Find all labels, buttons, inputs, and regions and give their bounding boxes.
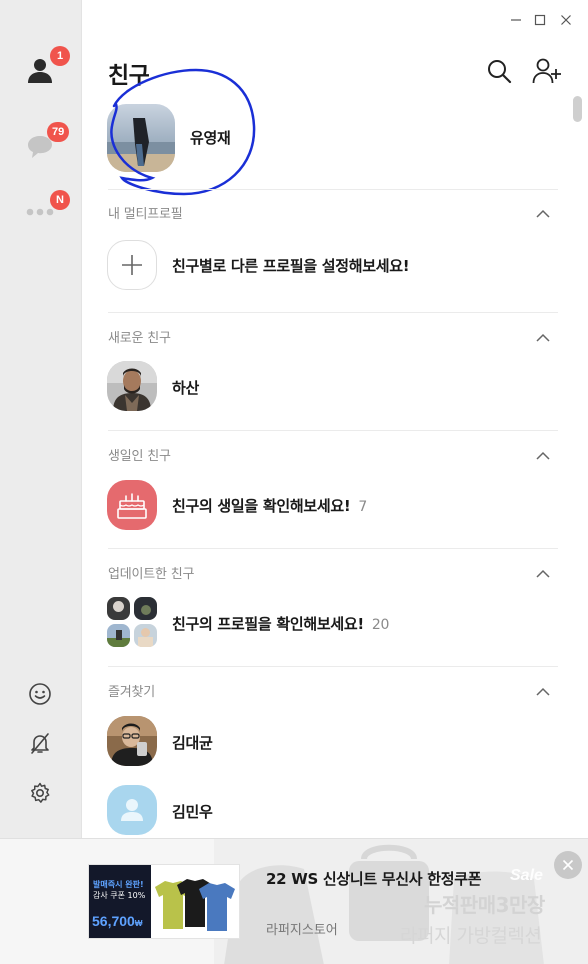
ad-bg-text: 누적판매3만장 xyxy=(424,893,545,917)
section-updated: 업데이트한 친구 xyxy=(108,563,558,587)
search-button[interactable] xyxy=(484,56,514,86)
section-new-friends: 새로운 친구 xyxy=(108,327,558,351)
friend-avatar[interactable] xyxy=(107,785,157,835)
ad-background: Sale 누적판매3만장 라퍼지 가방컬렉션 xyxy=(214,839,588,964)
more-badge: N xyxy=(50,190,70,210)
chats-tab[interactable]: 79 xyxy=(20,122,70,166)
close-icon xyxy=(561,15,571,25)
chevron-up-icon[interactable] xyxy=(534,565,552,583)
add-person-icon xyxy=(532,58,561,84)
close-window-button[interactable] xyxy=(554,8,578,32)
friends-tab[interactable]: 1 xyxy=(20,46,70,90)
section-birthday: 생일인 친구 xyxy=(108,445,558,469)
chevron-up-icon[interactable] xyxy=(534,329,552,347)
updated-avatars-grid[interactable] xyxy=(107,597,157,647)
chevron-up-icon[interactable] xyxy=(534,205,552,223)
section-label: 내 멀티프로필 xyxy=(108,207,183,222)
divider xyxy=(108,548,558,549)
updated-cta-text: 친구의 프로필을 확인해보세요! xyxy=(172,615,364,633)
smile-icon xyxy=(29,683,51,705)
chevron-up-icon[interactable] xyxy=(534,447,552,465)
birthday-cta[interactable]: 친구의 생일을 확인해보세요! 7 xyxy=(172,495,367,516)
sweaters-illustration xyxy=(155,879,235,931)
chevron-up-icon[interactable] xyxy=(534,683,552,701)
ad-bg-text: 라퍼지 가방컬렉션 xyxy=(400,925,542,947)
birthday-count: 7 xyxy=(358,499,367,515)
chats-badge: 79 xyxy=(47,122,70,142)
friend-name[interactable]: 김대균 xyxy=(172,732,213,753)
divider xyxy=(108,312,558,313)
more-dots-icon xyxy=(26,208,54,216)
mini-avatar xyxy=(107,624,130,647)
person-icon xyxy=(28,59,52,83)
friend-avatar[interactable] xyxy=(107,716,157,766)
mini-avatar xyxy=(107,597,130,620)
cake-icon xyxy=(117,493,147,519)
mini-avatar xyxy=(134,597,157,620)
divider xyxy=(108,189,558,190)
notification-button[interactable] xyxy=(20,723,60,763)
plus-icon xyxy=(122,255,142,275)
ad-thumb-line2: 감사 쿠폰 10% xyxy=(93,891,146,900)
section-label: 업데이트한 친구 xyxy=(108,567,195,582)
ad-store: 라퍼지스토어 xyxy=(266,923,338,938)
search-icon xyxy=(488,60,512,84)
section-multi-profile: 내 멀티프로필 xyxy=(108,203,558,227)
add-friend-button[interactable] xyxy=(532,56,562,86)
maximize-icon xyxy=(534,14,546,26)
divider xyxy=(108,430,558,431)
scrollbar-thumb[interactable] xyxy=(573,96,582,122)
minimize-icon xyxy=(511,19,521,21)
left-rail: 1 79 N xyxy=(0,0,82,838)
divider xyxy=(108,666,558,667)
ad-bg-sale: Sale xyxy=(510,867,543,884)
birthday-avatar[interactable] xyxy=(107,480,157,530)
section-label: 새로운 친구 xyxy=(108,331,171,346)
section-label: 즐겨찾기 xyxy=(108,685,156,700)
bell-off-icon xyxy=(31,733,49,754)
more-tab[interactable]: N xyxy=(20,190,70,232)
gear-icon xyxy=(31,782,50,803)
friend-name[interactable]: 하산 xyxy=(172,377,199,398)
minimize-button[interactable] xyxy=(504,8,528,32)
settings-button[interactable] xyxy=(20,773,60,813)
mini-avatar xyxy=(134,624,157,647)
add-multi-profile-button[interactable] xyxy=(107,240,157,290)
maximize-button[interactable] xyxy=(528,8,552,32)
ad-close-button[interactable] xyxy=(554,851,582,879)
friend-photo xyxy=(107,716,157,766)
section-favorites: 즐겨찾기 xyxy=(108,681,558,705)
friend-avatar[interactable] xyxy=(107,361,157,411)
ad-thumbnail: 발매즉시 완판! 감사 쿠폰 10% 56,700₩ xyxy=(88,864,240,939)
multi-profile-cta[interactable]: 친구별로 다른 프로필을 설정해보세요! xyxy=(172,255,410,276)
updated-count: 20 xyxy=(371,617,390,633)
ad-thumb-line1: 발매즉시 완판! xyxy=(93,880,144,889)
friend-photo xyxy=(107,361,157,411)
updated-cta[interactable]: 친구의 프로필을 확인해보세요! 20 xyxy=(172,613,389,634)
ad-title[interactable]: 22 WS 신상니트 무신사 한정쿠폰 xyxy=(266,869,504,890)
default-person-icon xyxy=(121,799,143,821)
emoticon-button[interactable] xyxy=(20,674,60,714)
friend-name[interactable]: 김민우 xyxy=(172,801,213,822)
section-label: 생일인 친구 xyxy=(108,449,171,464)
friends-badge: 1 xyxy=(50,46,70,66)
close-icon xyxy=(562,859,574,871)
birthday-cta-text: 친구의 생일을 확인해보세요! xyxy=(172,497,351,515)
hand-drawn-circle xyxy=(110,68,256,196)
ad-banner[interactable]: Sale 누적판매3만장 라퍼지 가방컬렉션 발매즉시 완판! 감사 쿠폰 10… xyxy=(0,838,588,964)
ad-thumb-price: 56,700₩ xyxy=(92,913,143,929)
my-profile-name[interactable]: 유영재 xyxy=(190,127,231,148)
